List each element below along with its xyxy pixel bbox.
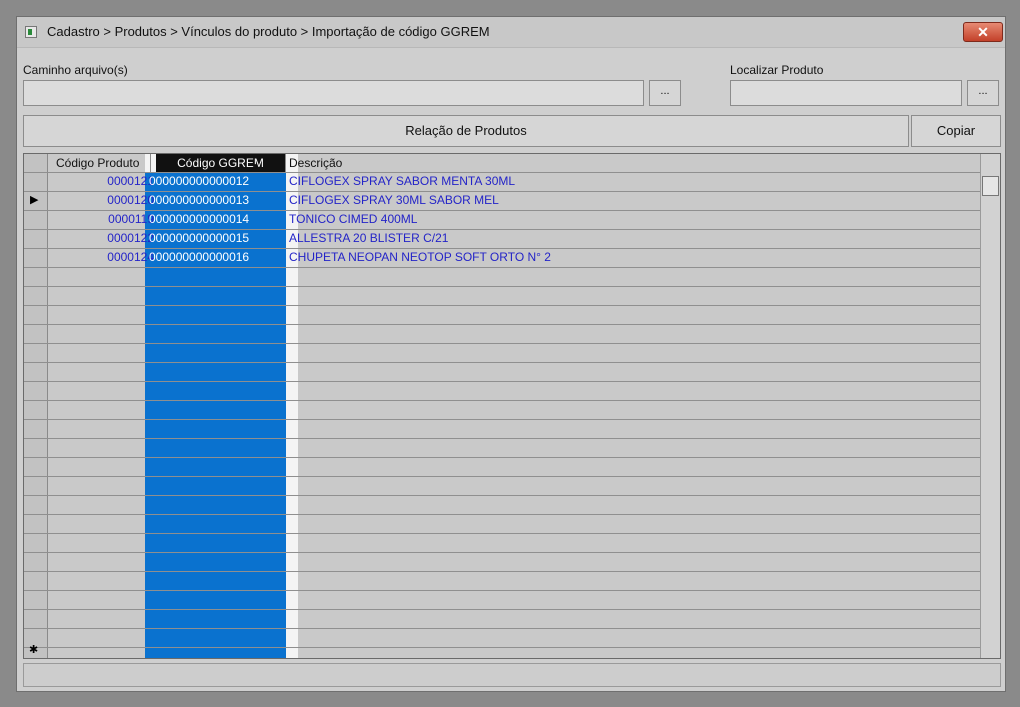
grid-row-separator [24,647,980,648]
cell-codigo-ggrem[interactable]: 000000000000012 [149,172,284,190]
find-product-label: Localizar Produto [730,63,824,77]
column-header-descricao[interactable]: Descrição [286,154,980,172]
cell-codigo-produto[interactable]: 0000120 [50,191,154,209]
grid-row-separator [24,362,980,363]
grid-row-separator [24,609,980,610]
window-title: Cadastro > Produtos > Vínculos do produt… [47,24,490,39]
grid-row-separator [24,552,980,553]
cell-codigo-ggrem[interactable]: 000000000000013 [149,191,284,209]
cell-descricao[interactable]: ALLESTRA 20 BLISTER C/21 [289,229,969,247]
grid-row-separator [24,628,980,629]
grid-row-separator [24,343,980,344]
copy-button[interactable]: Copiar [911,115,1001,147]
path-input[interactable] [23,80,644,106]
grid-row-separator [24,571,980,572]
grid-row-separator [24,324,980,325]
cell-descricao[interactable]: TONICO CIMED 400ML [289,210,969,228]
browse-button[interactable]: ... [649,80,681,106]
grid-row-separator [24,495,980,496]
column-header-codigo-ggrem[interactable]: Código GGREM [156,154,286,172]
grid-row-separator [24,457,980,458]
products-grid[interactable]: Código Produto Código GGREM Descrição 00… [23,153,1001,659]
find-product-input[interactable] [730,80,962,106]
title-bar[interactable]: Cadastro > Produtos > Vínculos do produt… [17,17,1005,48]
cell-descricao[interactable]: CHUPETA NEOPAN NEOTOP SOFT ORTO N° 2 [289,248,969,266]
cell-descricao[interactable]: CIFLOGEX SPRAY 30ML SABOR MEL [289,191,969,209]
close-button[interactable]: ✕ [963,22,1003,42]
grid-row-separator [24,514,980,515]
app-icon [25,26,37,38]
grid-row-separator [24,267,980,268]
cell-codigo-produto[interactable]: 0000121 [50,172,154,190]
grid-row-separator [24,438,980,439]
new-row-icon: ✱ [29,644,39,656]
cell-codigo-ggrem[interactable]: 000000000000015 [149,229,284,247]
cell-codigo-produto[interactable]: 0000119 [50,210,154,228]
cell-codigo-ggrem[interactable]: 000000000000014 [149,210,284,228]
cell-codigo-produto[interactable]: 0000124 [50,248,154,266]
grid-row-separator [24,400,980,401]
cell-descricao[interactable]: CIFLOGEX SPRAY SABOR MENTA 30ML [289,172,969,190]
relation-products-button[interactable]: Relação de Produtos [23,115,909,147]
find-product-button[interactable]: ... [967,80,999,106]
scrollbar-thumb[interactable] [982,176,999,196]
cell-codigo-produto[interactable]: 0000122 [50,229,154,247]
grid-row-separator [24,590,980,591]
path-label: Caminho arquivo(s) [23,63,128,77]
grid-row-separator [24,286,980,287]
status-bar [23,663,1001,687]
cell-codigo-ggrem[interactable]: 000000000000016 [149,248,284,266]
grid-row-separator [24,476,980,477]
grid-row-separator [24,305,980,306]
column-header-codigo-produto[interactable]: Código Produto [48,154,151,172]
grid-row-separator [24,381,980,382]
vertical-scrollbar[interactable] [980,154,1000,658]
current-row-arrow-icon: ▶ [30,194,39,206]
grid-row-separator [24,533,980,534]
grid-row-separator [24,419,980,420]
mouse-cursor-icon: ➚ [247,159,259,175]
import-ggrem-window: Cadastro > Produtos > Vínculos do produt… [16,16,1006,692]
